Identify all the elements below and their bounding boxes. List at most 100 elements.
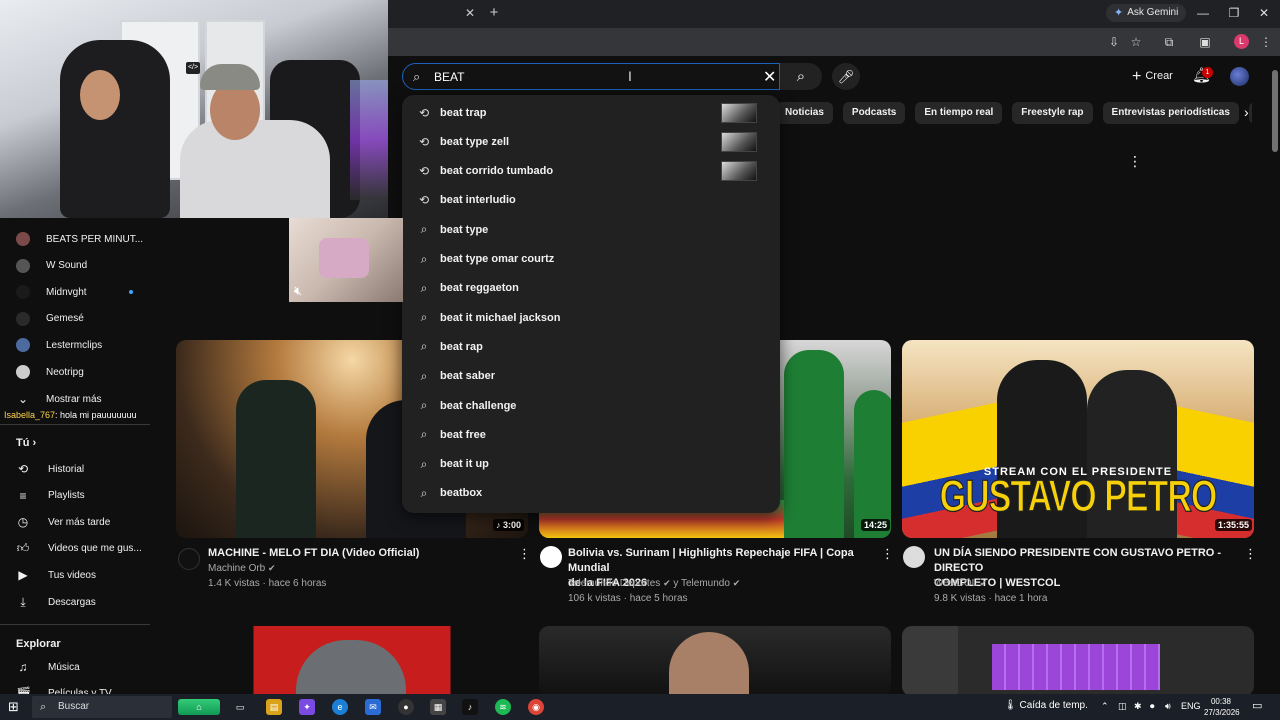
- search-suggestion[interactable]: ⌕ beat it up: [402, 450, 780, 479]
- extensions-icon[interactable]: ⧉: [1161, 34, 1177, 50]
- taskbar-clock[interactable]: 00:38 27/3/2026: [1204, 696, 1240, 718]
- filter-chip[interactable]: Noticias: [776, 102, 833, 124]
- sidebar-item[interactable]: ▶ Tus videos: [16, 565, 96, 585]
- minimize-icon[interactable]: —: [1189, 4, 1217, 22]
- thumbnail-headline: GUSTAVO PETRO: [939, 471, 1218, 522]
- sidebar-item[interactable]: ⤓ Descargas: [16, 592, 95, 612]
- browser-menu-icon[interactable]: ⋮: [1258, 34, 1274, 50]
- subscription-label: Midnvght: [46, 286, 87, 298]
- miniplayer[interactable]: [289, 218, 403, 302]
- chips-next-chevron-icon[interactable]: ›: [1244, 104, 1249, 120]
- subscription-item[interactable]: W Sound: [16, 256, 87, 276]
- network-icon[interactable]: ◫: [1118, 701, 1127, 712]
- filter-chip[interactable]: Competicio: [1248, 102, 1252, 124]
- create-button[interactable]: + Crear: [1124, 65, 1181, 87]
- window-close-icon[interactable]: ✕: [1250, 4, 1278, 22]
- sidebar-item[interactable]: 👍︎ Videos que me gus...: [16, 539, 142, 559]
- show-more-button[interactable]: ⌄ Mostrar más: [16, 389, 102, 409]
- filter-chip[interactable]: Podcasts: [842, 102, 906, 124]
- channel-avatar[interactable]: [540, 546, 562, 568]
- video-thumbnail[interactable]: [176, 626, 528, 696]
- search-suggestion[interactable]: ⌕ beat type: [402, 215, 780, 244]
- store-icon[interactable]: ▦: [430, 699, 446, 715]
- video-more-options-icon[interactable]: ⋮: [518, 546, 531, 562]
- chrome-icon[interactable]: ◉: [528, 699, 544, 715]
- account-avatar[interactable]: [1230, 67, 1249, 86]
- widget-icon[interactable]: ⌂: [178, 699, 220, 715]
- mic-tray-icon[interactable]: ⏺: [1150, 701, 1155, 712]
- notification-center-icon[interactable]: ▭: [1252, 699, 1262, 712]
- windows-start-icon[interactable]: ⊞: [8, 699, 19, 715]
- video-thumbnail[interactable]: [539, 626, 891, 696]
- video-thumbnail[interactable]: [902, 626, 1254, 696]
- subscription-item[interactable]: Lestermclips: [16, 335, 102, 355]
- filter-chip[interactable]: Freestyle rap: [1012, 102, 1093, 124]
- side-panel-icon[interactable]: ▣: [1197, 34, 1213, 50]
- video-thumbnail[interactable]: STREAM CON EL PRESIDENTE GUSTAVO PETRO: [902, 340, 1254, 538]
- taskbar-search[interactable]: ⌕ Buscar: [32, 696, 172, 718]
- sidebar-item[interactable]: ◷ Ver más tarde: [16, 512, 111, 532]
- tray-chevron-icon[interactable]: ⌃: [1101, 701, 1109, 712]
- search-suggestion[interactable]: ⌕ beat saber: [402, 362, 780, 391]
- channel-name[interactable]: WestCOL ✔: [934, 576, 987, 591]
- browser-profile-avatar[interactable]: L: [1234, 34, 1249, 49]
- video-more-options-icon[interactable]: ⋮: [881, 546, 894, 562]
- muted-speaker-icon[interactable]: 🔇︎: [294, 283, 302, 299]
- windows-taskbar: ⊞ ⌕ Buscar ⌂ ▭ ▤ ✦ e ✉ ● ▦ ♪ ≋ ◉ 🌡︎ Caíd…: [0, 694, 1280, 720]
- subscription-item[interactable]: BEATS PER MINUT...: [16, 229, 143, 249]
- search-suggestion[interactable]: ⌕ beat rap: [402, 332, 780, 361]
- search-suggestion[interactable]: ⌕ beat it michael jackson: [402, 303, 780, 332]
- page-scrollbar[interactable]: [1270, 98, 1280, 696]
- sidebar-item[interactable]: ♫ Música: [16, 657, 80, 677]
- channel-name[interactable]: Machine Orb ✔: [208, 561, 276, 576]
- sidebar-item[interactable]: ⟲ Historial: [16, 459, 84, 479]
- language-indicator[interactable]: ENG: [1181, 701, 1201, 711]
- channel-name[interactable]: Telemundo Deportes ✔ y Telemundo ✔: [568, 576, 740, 591]
- search-suggestion[interactable]: ⌕ beat type omar courtz: [402, 245, 780, 274]
- sidebar-item[interactable]: ≡ Playlists: [16, 486, 84, 506]
- more-options-icon[interactable]: ⋮: [1128, 153, 1142, 170]
- bluetooth-icon[interactable]: ✱: [1134, 701, 1142, 712]
- file-explorer-icon[interactable]: ▤: [266, 699, 282, 715]
- subscription-item[interactable]: Neotripg: [16, 362, 84, 382]
- spotify-icon[interactable]: ≋: [495, 699, 511, 715]
- channel-avatar[interactable]: [903, 546, 925, 568]
- volume-icon[interactable]: 🔊︎: [1165, 701, 1171, 712]
- video-more-options-icon[interactable]: ⋮: [1244, 546, 1257, 562]
- channel-avatar[interactable]: [178, 548, 200, 570]
- subscription-item[interactable]: Gemesé: [16, 309, 84, 329]
- weather-widget[interactable]: 🌡︎ Caída de temp.: [1004, 700, 1088, 711]
- search-suggestion[interactable]: ⌕ beat reggaeton: [402, 274, 780, 303]
- restore-icon[interactable]: ❐: [1220, 4, 1248, 22]
- search-suggestion[interactable]: ⌕ beatbox: [402, 479, 780, 508]
- edge-icon[interactable]: e: [332, 699, 348, 715]
- scrollbar-thumb[interactable]: [1272, 70, 1278, 152]
- search-suggestion[interactable]: ⌕ beat free: [402, 420, 780, 449]
- video-title[interactable]: MACHINE - MELO FT DIA (Video Official): [208, 546, 508, 561]
- subscription-item[interactable]: Midnvght: [16, 282, 87, 302]
- install-app-icon[interactable]: ⇩: [1106, 34, 1122, 50]
- new-tab-button[interactable]: +: [485, 4, 503, 22]
- copilot-icon[interactable]: ✦: [299, 699, 315, 715]
- ask-gemini-button[interactable]: ✦ Ask Gemini: [1106, 4, 1187, 22]
- outlook-icon[interactable]: ✉: [365, 699, 381, 715]
- task-view-icon[interactable]: ▭: [232, 699, 248, 715]
- search-suggestion[interactable]: ⌕ beat challenge: [402, 391, 780, 420]
- voice-search-button[interactable]: 🎤︎: [832, 63, 860, 90]
- search-button[interactable]: ⌕: [780, 63, 822, 90]
- search-suggestion[interactable]: ⟲ beat corrido tumbado: [402, 157, 780, 186]
- search-suggestion[interactable]: ⟲ beat type zell: [402, 127, 780, 156]
- suggestion-text: beatbox: [440, 487, 483, 500]
- search-suggestion[interactable]: ⟲ beat interludio: [402, 186, 780, 215]
- obs-icon[interactable]: ●: [398, 699, 414, 715]
- tiktok-icon[interactable]: ♪: [462, 699, 478, 715]
- clear-search-icon[interactable]: ✕: [763, 67, 776, 87]
- search-suggestion[interactable]: ⟲ beat trap: [402, 98, 780, 127]
- search-query[interactable]: BEAT: [434, 70, 464, 84]
- you-section-title[interactable]: Tú ›: [16, 437, 36, 449]
- bookmark-star-icon[interactable]: ☆: [1128, 34, 1144, 50]
- filter-chip[interactable]: Entrevistas periodísticas: [1102, 102, 1239, 124]
- search-input[interactable]: ⌕ BEAT I ✕: [402, 63, 780, 90]
- filter-chip[interactable]: En tiempo real: [915, 102, 1003, 124]
- tab-close-icon[interactable]: ✕: [462, 5, 478, 21]
